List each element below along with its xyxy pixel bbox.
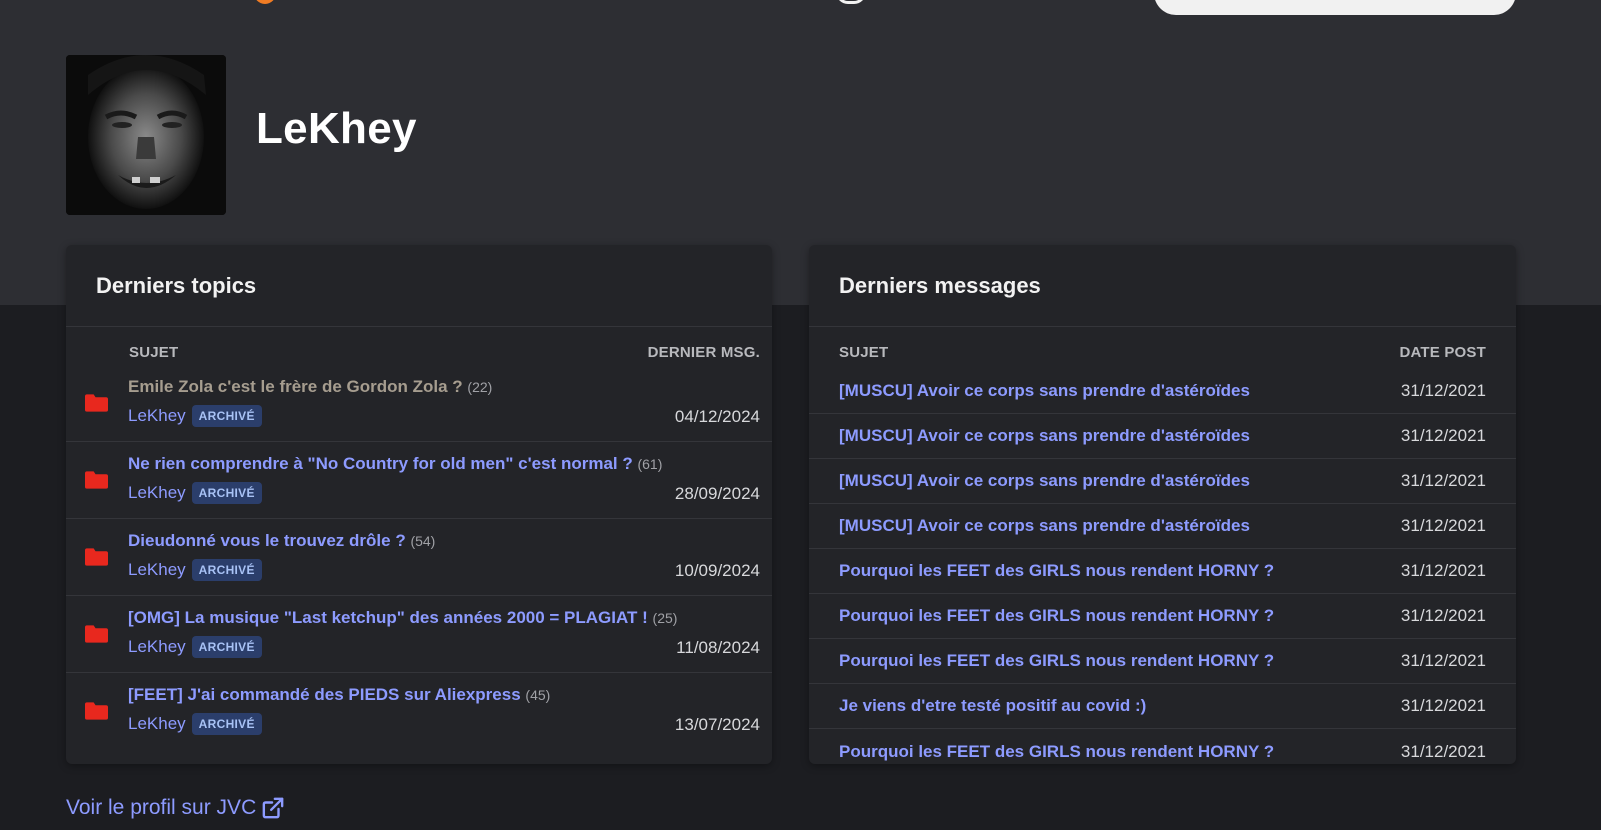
external-link-icon — [262, 797, 284, 819]
folder-icon — [85, 471, 108, 489]
post-date: 31/12/2021 — [1400, 651, 1486, 670]
last-message-date: 11/08/2024 — [676, 638, 760, 657]
latest-messages-card: Derniers messages SUJET DATE POST [MUSCU… — [809, 245, 1516, 764]
table-row: Je viens d'etre testé positif au covid :… — [809, 684, 1516, 729]
archived-badge: ARCHIVÉ — [191, 482, 262, 504]
message-topic-link[interactable]: Pourquoi les FEET des GIRLS nous rendent… — [839, 742, 1274, 762]
last-message-date: 28/09/2024 — [674, 484, 760, 503]
card-title: Derniers messages — [809, 245, 1516, 327]
table-row: Pourquoi les FEET des GIRLS nous rendent… — [809, 594, 1516, 639]
profile-username: LeKhey — [256, 104, 417, 153]
author-link[interactable]: LeKhey — [128, 483, 186, 503]
author-link[interactable]: LeKhey — [128, 714, 186, 734]
message-topic-link[interactable]: Pourquoi les FEET des GIRLS nous rendent… — [839, 561, 1274, 581]
jvc-profile-link-label: Voir le profil sur JVC — [66, 796, 257, 819]
message-topic-link[interactable]: [MUSCU] Avoir ce corps sans prendre d'as… — [839, 471, 1250, 491]
message-topic-link[interactable]: [MUSCU] Avoir ce corps sans prendre d'as… — [839, 516, 1250, 536]
topic-title-link[interactable]: Ne rien comprendre à "No Country for old… — [128, 454, 662, 474]
topic-meta: LeKhey ARCHIVÉ — [128, 482, 262, 504]
table-row: Emile Zola c'est le frère de Gordon Zola… — [66, 365, 772, 442]
message-list: [MUSCU] Avoir ce corps sans prendre d'as… — [809, 361, 1516, 764]
table-row: [MUSCU] Avoir ce corps sans prendre d'as… — [809, 414, 1516, 459]
table-row: Pourquoi les FEET des GIRLS nous rendent… — [809, 639, 1516, 684]
message-topic-link[interactable]: [MUSCU] Avoir ce corps sans prendre d'as… — [839, 381, 1250, 401]
table-row: Pourquoi les FEET des GIRLS nous rendent… — [809, 729, 1516, 764]
message-topic-link[interactable]: Pourquoi les FEET des GIRLS nous rendent… — [839, 606, 1274, 626]
column-header-date-post: DATE POST — [1399, 344, 1486, 361]
message-topic-link[interactable]: [MUSCU] Avoir ce corps sans prendre d'as… — [839, 426, 1250, 446]
post-date: 31/12/2021 — [1400, 606, 1486, 625]
topic-title-link[interactable]: Emile Zola c'est le frère de Gordon Zola… — [128, 377, 492, 397]
post-date: 31/12/2021 — [1400, 426, 1486, 445]
column-header-subject: SUJET — [839, 344, 889, 361]
folder-icon — [85, 548, 108, 566]
topic-meta: LeKhey ARCHIVÉ — [128, 713, 262, 735]
table-header: SUJET DERNIER MSG. — [66, 327, 772, 361]
topic-title-link[interactable]: Dieudonné vous le trouvez drôle ? (54) — [128, 531, 435, 551]
post-date: 31/12/2021 — [1400, 696, 1486, 715]
post-date: 31/12/2021 — [1400, 471, 1486, 490]
table-row: [OMG] La musique "Last ketchup" des anné… — [66, 596, 772, 673]
profile-photo-image — [66, 55, 226, 215]
post-date: 31/12/2021 — [1400, 561, 1486, 580]
topic-list: Emile Zola c'est le frère de Gordon Zola… — [66, 361, 772, 750]
card-title: Derniers topics — [66, 245, 772, 327]
archived-badge: ARCHIVÉ — [191, 713, 262, 735]
table-row: [MUSCU] Avoir ce corps sans prendre d'as… — [809, 369, 1516, 414]
author-link[interactable]: LeKhey — [128, 637, 186, 657]
topic-meta: LeKhey ARCHIVÉ — [128, 405, 262, 427]
archived-badge: ARCHIVÉ — [191, 636, 262, 658]
topic-title-link[interactable]: [OMG] La musique "Last ketchup" des anné… — [128, 608, 677, 628]
column-header-last-message: DERNIER MSG. — [647, 344, 760, 361]
table-row: Ne rien comprendre à "No Country for old… — [66, 442, 772, 519]
folder-icon — [85, 394, 108, 412]
author-link[interactable]: LeKhey — [128, 560, 186, 580]
topic-title-link[interactable]: [FEET] J'ai commandé des PIEDS sur Aliex… — [128, 685, 550, 705]
last-message-date: 04/12/2024 — [674, 407, 760, 426]
topic-meta: LeKhey ARCHIVÉ — [128, 636, 262, 658]
message-topic-link[interactable]: Je viens d'etre testé positif au covid :… — [839, 696, 1146, 716]
table-row: Pourquoi les FEET des GIRLS nous rendent… — [809, 549, 1516, 594]
post-date: 31/12/2021 — [1400, 741, 1486, 761]
archived-badge: ARCHIVÉ — [191, 405, 262, 427]
avatar — [66, 55, 226, 215]
last-message-date: 13/07/2024 — [674, 715, 760, 734]
post-date: 31/12/2021 — [1400, 516, 1486, 535]
post-date: 31/12/2021 — [1400, 381, 1486, 400]
archived-badge: ARCHIVÉ — [191, 559, 262, 581]
table-row: [FEET] J'ai commandé des PIEDS sur Aliex… — [66, 673, 772, 750]
author-link[interactable]: LeKhey — [128, 406, 186, 426]
column-header-subject: SUJET — [129, 344, 179, 361]
jvc-profile-link[interactable]: Voir le profil sur JVC — [66, 796, 284, 820]
message-topic-link[interactable]: Pourquoi les FEET des GIRLS nous rendent… — [839, 651, 1274, 671]
table-row: Dieudonné vous le trouvez drôle ? (54) L… — [66, 519, 772, 596]
folder-icon — [85, 625, 108, 643]
search-input[interactable] — [1154, 0, 1516, 15]
table-row: [MUSCU] Avoir ce corps sans prendre d'as… — [809, 504, 1516, 549]
folder-icon — [85, 702, 108, 720]
latest-topics-card: Derniers topics SUJET DERNIER MSG. Emile… — [66, 245, 772, 764]
table-row: [MUSCU] Avoir ce corps sans prendre d'as… — [809, 459, 1516, 504]
topic-meta: LeKhey ARCHIVÉ — [128, 559, 262, 581]
table-header: SUJET DATE POST — [809, 327, 1516, 361]
last-message-date: 10/09/2024 — [674, 561, 760, 580]
